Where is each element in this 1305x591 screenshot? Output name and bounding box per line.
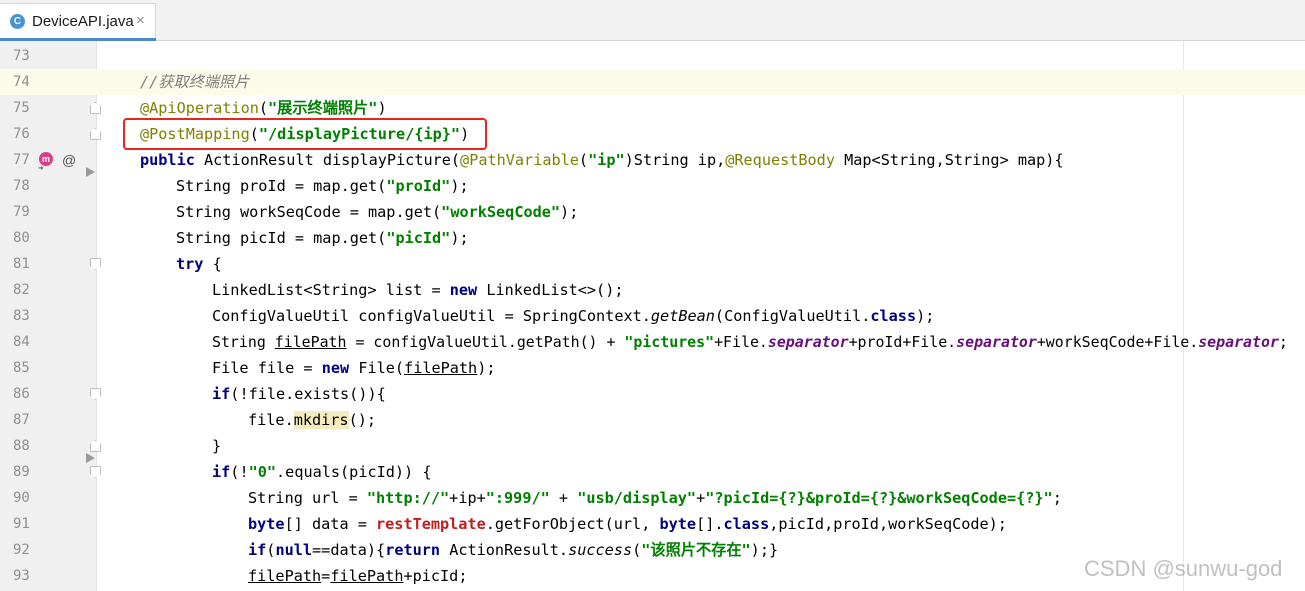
editor-tab-bar: C DeviceAPI.java × bbox=[0, 0, 1305, 42]
line-number: 88 bbox=[13, 438, 30, 454]
code-text: //获取终端照片 bbox=[140, 73, 250, 91]
line-number: 93 bbox=[13, 568, 30, 584]
line-number: 82 bbox=[13, 282, 30, 298]
code-text: File file = new File(filePath); bbox=[212, 359, 496, 377]
code-text: String workSeqCode = map.get("workSeqCod… bbox=[176, 203, 579, 221]
class-icon: C bbox=[10, 14, 25, 29]
code-line-84[interactable]: 84 String filePath = configValueUtil.get… bbox=[0, 329, 1305, 355]
code-line-87[interactable]: 87 file.mkdirs(); bbox=[0, 407, 1305, 433]
code-line-89[interactable]: 89 if(!"0".equals(picId)) { bbox=[0, 459, 1305, 485]
code-line-82[interactable]: 82 LinkedList<String> list = new LinkedL… bbox=[0, 277, 1305, 303]
code-line-86[interactable]: 86 if(!file.exists()){ bbox=[0, 381, 1305, 407]
code-text: String url = "http://"+ip+":999/" + "usb… bbox=[248, 489, 1062, 507]
code-line-79[interactable]: 79 String workSeqCode = map.get("workSeq… bbox=[0, 199, 1305, 225]
line-number: 92 bbox=[13, 542, 30, 558]
code-line-78[interactable]: 78 String proId = map.get("proId"); bbox=[0, 173, 1305, 199]
code-text: if(!file.exists()){ bbox=[212, 385, 386, 403]
code-text: LinkedList<String> list = new LinkedList… bbox=[212, 281, 624, 299]
line-number: 81 bbox=[13, 256, 30, 272]
code-text: ConfigValueUtil configValueUtil = Spring… bbox=[212, 307, 935, 325]
code-line-91[interactable]: 91 byte[] data = restTemplate.getForObje… bbox=[0, 511, 1305, 537]
close-icon[interactable]: × bbox=[136, 12, 145, 29]
code-text: String picId = map.get("picId"); bbox=[176, 229, 469, 247]
annotation-icon[interactable]: @ bbox=[62, 147, 76, 173]
code-line-90[interactable]: 90 String url = "http://"+ip+":999/" + "… bbox=[0, 485, 1305, 511]
line-number: 87 bbox=[13, 412, 30, 428]
line-number: 76 bbox=[13, 126, 30, 142]
tab-label: DeviceAPI.java bbox=[32, 13, 134, 30]
line-number: 89 bbox=[13, 464, 30, 480]
watermark: CSDN @sunwu-god bbox=[1084, 556, 1283, 581]
code-line-80[interactable]: 80 String picId = map.get("picId"); bbox=[0, 225, 1305, 251]
code-line-81[interactable]: 81 try { bbox=[0, 251, 1305, 277]
code-line-83[interactable]: 83 ConfigValueUtil configValueUtil = Spr… bbox=[0, 303, 1305, 329]
line-number: 86 bbox=[13, 386, 30, 402]
line-number: 74 bbox=[0, 69, 97, 95]
line-number: 79 bbox=[13, 204, 30, 220]
annotation-highlight-box bbox=[123, 118, 487, 150]
line-number: 84 bbox=[13, 334, 30, 350]
code-text: public ActionResult displayPicture(@Path… bbox=[140, 151, 1064, 169]
tab-deviceapi-java[interactable]: C DeviceAPI.java × bbox=[0, 3, 156, 42]
line-number: 75 bbox=[13, 100, 30, 116]
code-text: String filePath = configValueUtil.getPat… bbox=[212, 333, 1288, 351]
code-text: if(!"0".equals(picId)) { bbox=[212, 463, 432, 481]
code-text: } bbox=[212, 437, 222, 455]
code-line-85[interactable]: 85 File file = new File(filePath); bbox=[0, 355, 1305, 381]
line-number: 85 bbox=[13, 360, 30, 376]
code-text: filePath=filePath+picId; bbox=[248, 567, 468, 585]
line-number: 78 bbox=[13, 178, 30, 194]
code-line-77[interactable]: 77 m ➜ @ public ActionResult displayPict… bbox=[0, 147, 1305, 177]
line-number: 91 bbox=[13, 516, 30, 532]
code-text: String proId = map.get("proId"); bbox=[176, 177, 469, 195]
code-text: try { bbox=[176, 255, 222, 273]
line-number: 73 bbox=[13, 48, 30, 64]
line-number: 90 bbox=[13, 490, 30, 506]
code-line-88[interactable]: 88 } bbox=[0, 433, 1305, 463]
code-line-74[interactable]: 74 //获取终端照片 bbox=[0, 69, 1305, 95]
code-text: byte[] data = restTemplate.getForObject(… bbox=[248, 515, 1007, 533]
code-text: file.mkdirs(); bbox=[248, 411, 377, 429]
code-line-73[interactable]: 73 bbox=[0, 43, 1305, 69]
line-number: 80 bbox=[13, 230, 30, 246]
line-number: 83 bbox=[13, 308, 30, 324]
code-text: if(null==data){return ActionResult.succe… bbox=[248, 541, 779, 559]
